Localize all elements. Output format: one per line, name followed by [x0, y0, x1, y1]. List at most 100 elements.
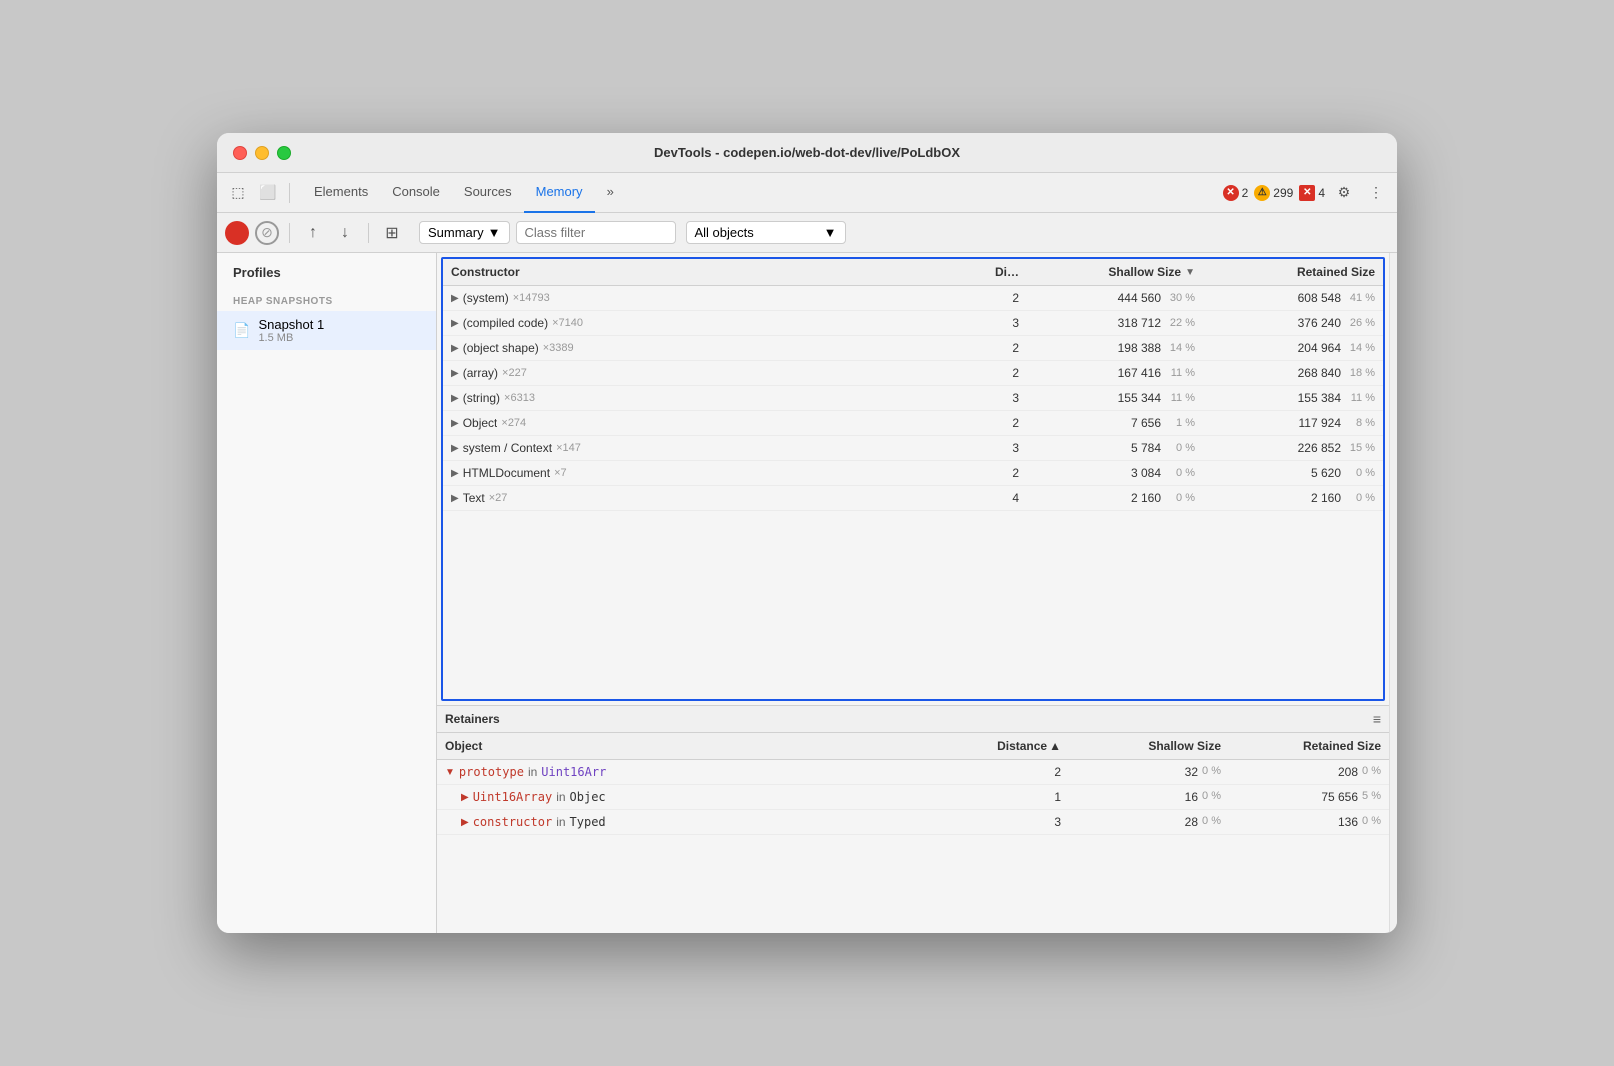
expand-arrow-icon[interactable]: ▶: [451, 393, 459, 404]
lower-table-header: Object Distance ▲ Shallow Size Retained …: [437, 733, 1389, 760]
error-badge[interactable]: ✕ 2: [1223, 185, 1249, 201]
class-filter-input[interactable]: [516, 221, 676, 244]
more-icon[interactable]: ⋮: [1363, 180, 1389, 206]
expand-arrow-icon[interactable]: ▶: [451, 293, 459, 304]
cell-constructor: ▶ (system) ×14793: [443, 286, 963, 310]
lower-col-distance: Distance ▲: [969, 733, 1069, 759]
table-row[interactable]: ▶ (object shape) ×3389 2 198 388 14 % 20…: [443, 336, 1383, 361]
expand-arrow-icon[interactable]: ▶: [451, 418, 459, 429]
info-count: 4: [1318, 186, 1325, 200]
retained-pct: 8 %: [1345, 417, 1375, 429]
cell-constructor: ▶ (compiled code) ×7140: [443, 311, 963, 335]
lower-table-row[interactable]: ▶ constructor in Typed 3 28 0 % 136: [437, 810, 1389, 835]
expand-arrow-icon[interactable]: ▶: [461, 817, 469, 828]
retained-value: 376 240: [1298, 316, 1341, 330]
upper-table: Constructor Di… Shallow Size ▼ Retained …: [441, 257, 1385, 701]
cell-distance: 2: [963, 361, 1023, 385]
cell-shallow: 167 416 11 %: [1023, 361, 1203, 385]
lower-retained-value: 208: [1338, 765, 1358, 779]
traffic-lights: [233, 146, 291, 160]
expand-arrow-icon[interactable]: ▶: [451, 493, 459, 504]
connector-text: in: [528, 765, 537, 779]
lower-table-row[interactable]: ▼ prototype in Uint16Arr 2 32 0 % 208: [437, 760, 1389, 785]
close-button[interactable]: [233, 146, 247, 160]
lower-cell-retained: 136 0 %: [1229, 810, 1389, 834]
cell-retained: 5 620 0 %: [1203, 461, 1383, 485]
profiles-title: Profiles: [217, 265, 436, 288]
object-name: constructor: [473, 815, 552, 829]
table-row[interactable]: ▶ system / Context ×147 3 5 784 0 % 226 …: [443, 436, 1383, 461]
table-row[interactable]: ▶ (string) ×6313 3 155 344 11 % 155 384 …: [443, 386, 1383, 411]
device-icon[interactable]: ⬜: [255, 180, 281, 206]
prohibit-button[interactable]: ⊘: [255, 221, 279, 245]
cell-retained: 376 240 26 %: [1203, 311, 1383, 335]
shallow-value: 167 416: [1118, 366, 1161, 380]
expand-arrow-icon[interactable]: ▶: [451, 368, 459, 379]
table-row[interactable]: ▶ (array) ×227 2 167 416 11 % 268 840 18…: [443, 361, 1383, 386]
expand-arrow-icon[interactable]: ▶: [451, 318, 459, 329]
download-icon[interactable]: ↓: [332, 220, 358, 246]
object-name: Uint16Array: [473, 790, 552, 804]
constructor-count: ×227: [502, 367, 527, 379]
table-row[interactable]: ▶ (system) ×14793 2 444 560 30 % 608 548…: [443, 286, 1383, 311]
minimize-button[interactable]: [255, 146, 269, 160]
lower-table-body: ▼ prototype in Uint16Arr 2 32 0 % 208: [437, 760, 1389, 835]
summary-label: Summary: [428, 225, 484, 240]
settings-icon[interactable]: ⚙: [1331, 180, 1357, 206]
cursor-icon[interactable]: ⬚: [225, 180, 251, 206]
expand-arrow-icon[interactable]: ▶: [461, 792, 469, 803]
tab-more[interactable]: »: [595, 173, 626, 213]
table-row[interactable]: ▶ Object ×274 2 7 656 1 % 117 924 8 %: [443, 411, 1383, 436]
lower-cell-shallow: 32 0 %: [1069, 760, 1229, 784]
connector-text: in: [556, 815, 565, 829]
lower-shallow-pct: 0 %: [1202, 765, 1221, 779]
table-row[interactable]: ▶ HTMLDocument ×7 2 3 084 0 % 5 620 0 %: [443, 461, 1383, 486]
expand-arrow-icon[interactable]: ▼: [445, 767, 455, 778]
main-content: Profiles HEAP SNAPSHOTS 📄 Snapshot 1 1.5…: [217, 253, 1397, 933]
summary-arrow: ▼: [488, 225, 501, 240]
shallow-pct: 11 %: [1165, 367, 1195, 379]
tab-console[interactable]: Console: [380, 173, 452, 213]
resize-handle-icon[interactable]: ≡: [1373, 711, 1381, 727]
warning-badge[interactable]: ⚠ 299: [1254, 185, 1293, 201]
expand-arrow-icon[interactable]: ▶: [451, 468, 459, 479]
scrollbar[interactable]: [1389, 253, 1397, 933]
info-badge[interactable]: ✕ 4: [1299, 185, 1325, 201]
expand-arrow-icon[interactable]: ▶: [451, 443, 459, 454]
lower-table-row[interactable]: ▶ Uint16Array in Objec 1 16 0 % 75 656: [437, 785, 1389, 810]
maximize-button[interactable]: [277, 146, 291, 160]
window-title: DevTools - codepen.io/web-dot-dev/live/P…: [654, 145, 960, 160]
record-button[interactable]: [225, 221, 249, 245]
summary-dropdown[interactable]: Summary ▼: [419, 221, 510, 244]
toolbar-separator-2: [289, 223, 290, 243]
shallow-value: 3 084: [1131, 466, 1161, 480]
cell-constructor: ▶ (object shape) ×3389: [443, 336, 963, 360]
tab-sources[interactable]: Sources: [452, 173, 524, 213]
lower-shallow-value: 28: [1185, 815, 1198, 829]
lower-retained-pct: 0 %: [1362, 765, 1381, 779]
all-objects-dropdown[interactable]: All objects ▼: [686, 221, 846, 244]
shallow-pct: 0 %: [1165, 442, 1195, 454]
all-objects-label: All objects: [695, 225, 754, 240]
table-row[interactable]: ▶ Text ×27 4 2 160 0 % 2 160 0 %: [443, 486, 1383, 511]
lower-cell-retained: 75 656 5 %: [1229, 785, 1389, 809]
tab-memory[interactable]: Memory: [524, 173, 595, 213]
shallow-pct: 22 %: [1165, 317, 1195, 329]
retained-pct: 18 %: [1345, 367, 1375, 379]
cell-distance: 3: [963, 311, 1023, 335]
retained-value: 608 548: [1298, 291, 1341, 305]
tab-elements[interactable]: Elements: [302, 173, 380, 213]
snapshot-1-item[interactable]: 📄 Snapshot 1 1.5 MB: [217, 311, 436, 350]
table-row[interactable]: ▶ (compiled code) ×7140 3 318 712 22 % 3…: [443, 311, 1383, 336]
devtools-window: DevTools - codepen.io/web-dot-dev/live/P…: [217, 133, 1397, 933]
retained-pct: 11 %: [1345, 392, 1375, 404]
shallow-pct: 30 %: [1165, 292, 1195, 304]
lower-col-shallow: Shallow Size: [1069, 733, 1229, 759]
upload-icon[interactable]: ↑: [300, 220, 326, 246]
error-icon: ✕: [1223, 185, 1239, 201]
expand-arrow-icon[interactable]: ▶: [451, 343, 459, 354]
filter-icon[interactable]: ⊞: [379, 220, 405, 246]
lower-retained-value: 136: [1338, 815, 1358, 829]
snapshot-info: Snapshot 1 1.5 MB: [258, 317, 324, 344]
retained-pct: 26 %: [1345, 317, 1375, 329]
